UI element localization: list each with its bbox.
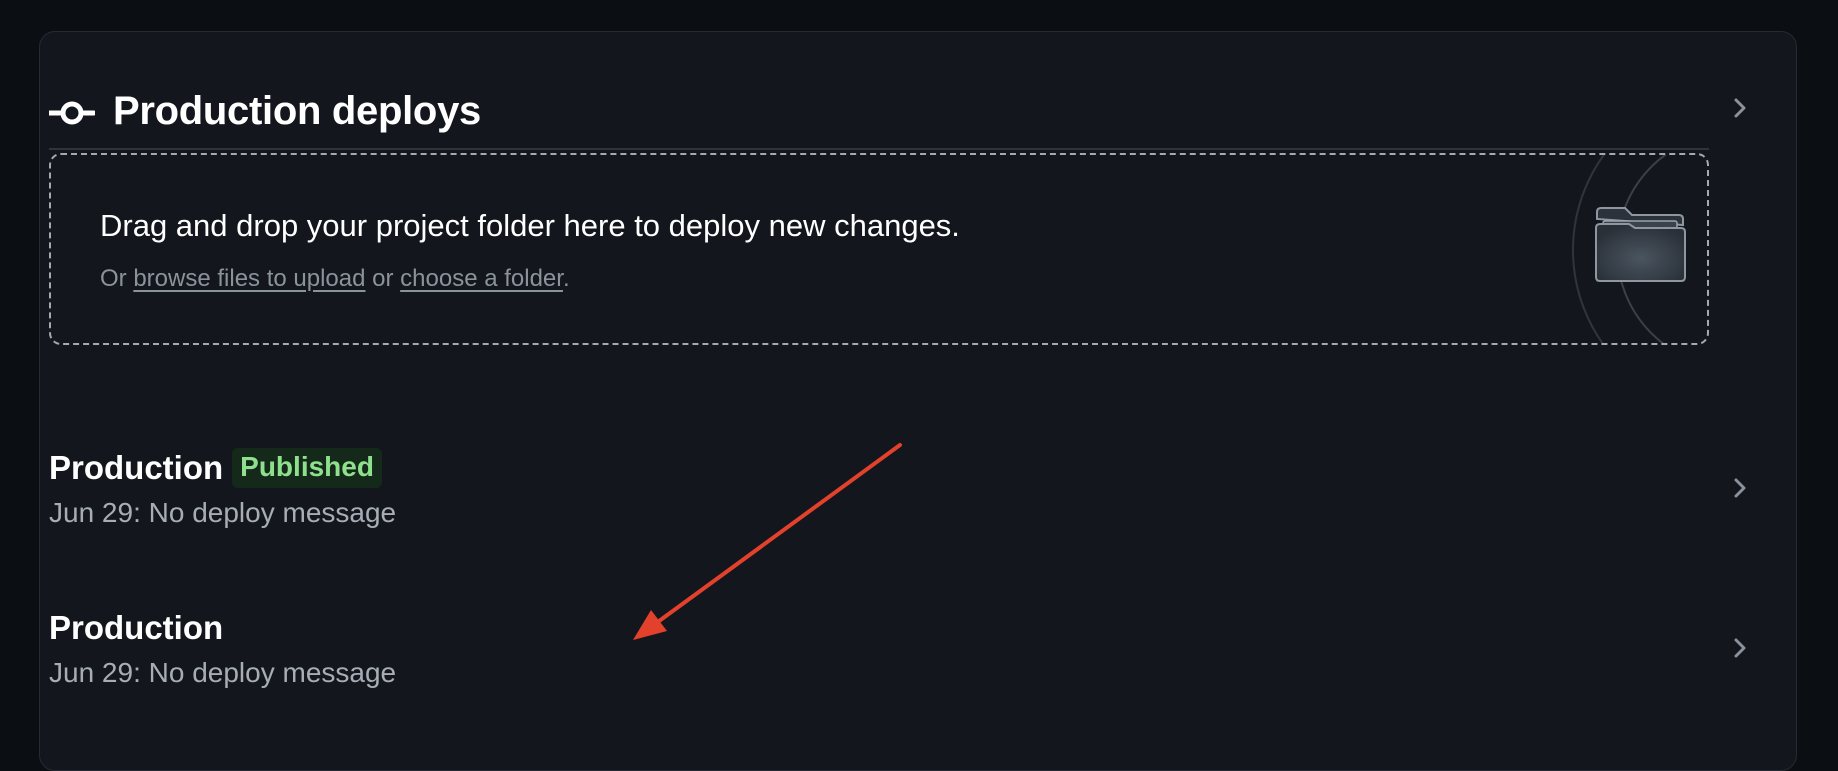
- status-badge: Published: [232, 448, 382, 488]
- dropzone-sub-suffix: .: [562, 265, 570, 292]
- deploy-meta: Jun 29: No deploy message: [49, 657, 397, 688]
- commit-icon: [49, 101, 95, 125]
- deploy-dropzone[interactable]: Drag and drop your project folder here t…: [49, 153, 1709, 345]
- deploy-title-line: Production: [49, 606, 223, 650]
- deploy-title-line: Production Published: [49, 446, 382, 490]
- dropzone-sub-middle: or: [365, 265, 401, 292]
- dropzone-sub-prefix: Or: [100, 265, 134, 292]
- browse-files-link[interactable]: browse files to upload: [133, 265, 365, 292]
- dropzone-title: Drag and drop your project folder here t…: [100, 208, 960, 243]
- deploy-title: Production: [49, 609, 224, 646]
- folder-icon: [1572, 155, 1686, 343]
- deploy-title: Production: [49, 449, 224, 486]
- dropzone-subtitle: Or browse files to upload or choose a fo…: [100, 264, 570, 294]
- section-header[interactable]: Production deploys: [49, 58, 1746, 150]
- chevron-right-icon[interactable]: [1732, 477, 1748, 499]
- deploy-row[interactable]: Production Published Jun 29: No deploy m…: [49, 436, 1746, 546]
- chevron-right-icon[interactable]: [1732, 637, 1748, 659]
- deploy-row[interactable]: Production Jun 29: No deploy message: [49, 596, 1746, 706]
- deploy-meta: Jun 29: No deploy message: [49, 497, 397, 528]
- page-title: Production deploys: [113, 89, 481, 133]
- chevron-right-icon[interactable]: [1732, 97, 1748, 119]
- choose-folder-link[interactable]: choose a folder: [400, 265, 563, 292]
